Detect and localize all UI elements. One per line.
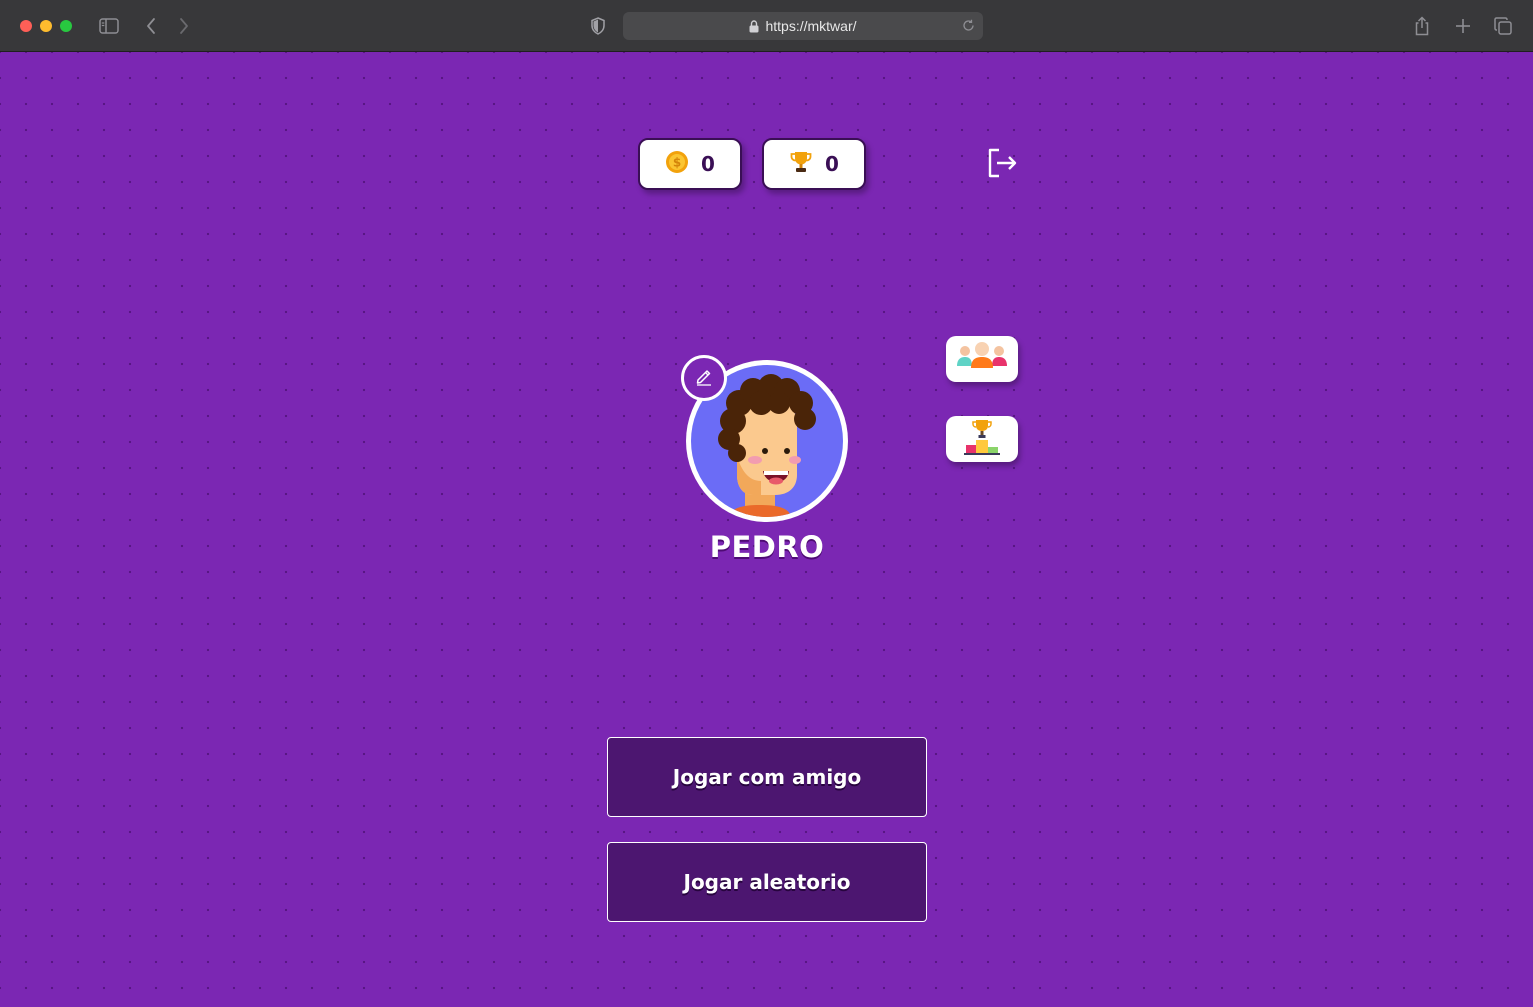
url-text: https://mktwar/ [765, 18, 857, 34]
logout-icon [985, 146, 1019, 185]
close-window-button[interactable] [20, 20, 32, 32]
zoom-window-button[interactable] [60, 20, 72, 32]
share-icon[interactable] [1410, 14, 1434, 38]
trophy-icon [789, 150, 813, 179]
lock-icon [749, 19, 759, 33]
game-lobby: $ 0 0 PEDRO Jogar com amigo Jogar aleato… [0, 52, 1533, 1007]
reload-icon[interactable] [962, 19, 975, 32]
pencil-icon [694, 366, 714, 391]
tab-overview-icon[interactable] [1491, 14, 1515, 38]
minimize-window-button[interactable] [40, 20, 52, 32]
svg-text:$: $ [673, 155, 681, 169]
privacy-shield-icon[interactable] [586, 14, 610, 38]
address-bar[interactable]: https://mktwar/ [623, 12, 983, 40]
back-icon[interactable] [139, 14, 163, 38]
browser-toolbar: https://mktwar/ [0, 0, 1533, 52]
coins-counter: $ 0 [638, 138, 742, 190]
forward-icon[interactable] [172, 14, 196, 38]
trophies-value: 0 [825, 152, 839, 176]
play-with-friend-button[interactable]: Jogar com amigo [607, 737, 927, 817]
sidebar-toggle-icon[interactable] [97, 14, 121, 38]
logout-button[interactable] [984, 147, 1020, 183]
trophies-counter: 0 [762, 138, 866, 190]
play-random-button[interactable]: Jogar aleatorio [607, 842, 927, 922]
ranking-button[interactable] [946, 416, 1018, 462]
player-name: PEDRO [709, 530, 825, 564]
edit-avatar-button[interactable] [681, 355, 727, 401]
coins-value: 0 [701, 152, 715, 176]
podium-icon [962, 417, 1002, 462]
new-tab-icon[interactable] [1451, 14, 1475, 38]
coin-icon: $ [665, 150, 689, 179]
friends-button[interactable] [946, 336, 1018, 382]
friends-icon [956, 341, 1008, 377]
